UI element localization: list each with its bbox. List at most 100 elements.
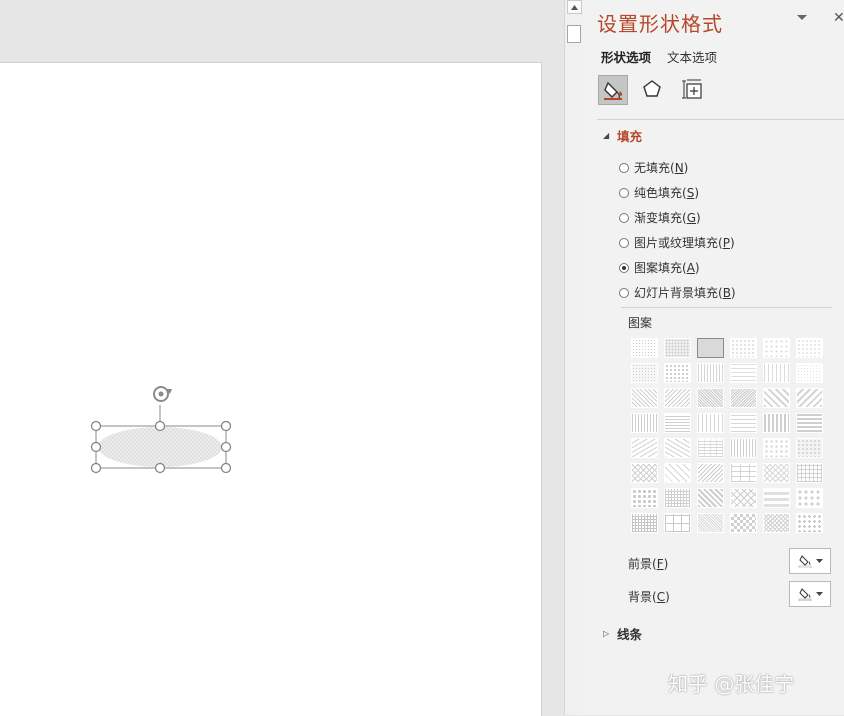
pattern-swatch[interactable] [796, 488, 823, 508]
radio-button-checked[interactable] [619, 262, 629, 273]
pattern-swatch[interactable] [631, 363, 658, 383]
pattern-swatch[interactable] [730, 363, 757, 383]
pattern-swatch[interactable] [697, 388, 724, 408]
pattern-swatch[interactable] [697, 438, 724, 458]
watermark-text: 知乎 @张佳宁 [668, 672, 795, 696]
pattern-swatch[interactable] [763, 363, 790, 383]
pattern-swatch[interactable] [763, 388, 790, 408]
pattern-swatch[interactable] [763, 413, 790, 433]
pattern-swatch[interactable] [697, 488, 724, 508]
size-properties-icon[interactable] [678, 75, 706, 103]
pattern-swatch[interactable] [631, 463, 658, 483]
radio-button[interactable] [619, 237, 629, 248]
pattern-swatch[interactable] [763, 338, 790, 358]
radio-label: 纯色填充(S) [634, 186, 699, 200]
pattern-gallery[interactable] [631, 338, 823, 533]
effects-pentagon-icon[interactable] [638, 75, 666, 103]
resize-handle[interactable] [220, 441, 232, 453]
resize-handle[interactable] [90, 420, 102, 432]
pattern-label: 图案 [628, 316, 653, 330]
selected-ellipse-shape[interactable] [88, 381, 238, 481]
arrow-up-icon [571, 4, 578, 10]
radio-slide-background-fill[interactable]: 幻灯片背景填充(B) [619, 284, 736, 301]
radio-button[interactable] [619, 162, 629, 173]
pattern-swatch-selected[interactable] [697, 338, 724, 358]
background-color-button[interactable] [789, 581, 831, 607]
foreground-color-button[interactable] [789, 548, 831, 574]
radio-button[interactable] [619, 287, 629, 298]
divider [621, 307, 832, 308]
pattern-swatch[interactable] [631, 388, 658, 408]
pattern-swatch[interactable] [664, 513, 691, 533]
rotate-handle-icon[interactable] [153, 386, 172, 402]
resize-handle[interactable] [90, 462, 102, 474]
pattern-swatch[interactable] [730, 438, 757, 458]
radio-button[interactable] [619, 187, 629, 198]
resize-handle[interactable] [220, 462, 232, 474]
fill-line-icon[interactable] [598, 75, 628, 105]
pattern-swatch[interactable] [763, 513, 790, 533]
close-icon[interactable]: ✕ [833, 10, 844, 26]
pattern-swatch[interactable] [664, 413, 691, 433]
resize-handle[interactable] [220, 420, 232, 432]
pattern-swatch[interactable] [730, 388, 757, 408]
pattern-swatch[interactable] [730, 338, 757, 358]
radio-label: 图片或纹理填充(P) [634, 236, 735, 250]
radio-label: 渐变填充(G) [634, 211, 701, 225]
pattern-swatch[interactable] [730, 463, 757, 483]
pattern-swatch[interactable] [796, 463, 823, 483]
pattern-swatch[interactable] [664, 388, 691, 408]
radio-pattern-fill[interactable]: 图案填充(A) [619, 259, 700, 276]
radio-gradient-fill[interactable]: 渐变填充(G) [619, 209, 701, 226]
chevron-down-icon [815, 592, 823, 596]
fill-section-header[interactable]: ◢ 填充 [603, 126, 642, 145]
pattern-swatch[interactable] [730, 413, 757, 433]
radio-label: 图案填充(A) [634, 261, 700, 275]
resize-handle[interactable] [90, 441, 102, 453]
pattern-swatch[interactable] [796, 413, 823, 433]
pattern-swatch[interactable] [730, 488, 757, 508]
pattern-swatch[interactable] [697, 513, 724, 533]
pattern-swatch[interactable] [763, 463, 790, 483]
pattern-swatch[interactable] [631, 513, 658, 533]
tab-shape-options[interactable]: 形状选项 [601, 47, 651, 66]
radio-label: 无填充(N) [634, 161, 689, 175]
pattern-swatch[interactable] [631, 488, 658, 508]
chevron-down-icon[interactable] [796, 12, 808, 24]
pattern-swatch[interactable] [664, 438, 691, 458]
vertical-scrollbar[interactable] [564, 0, 584, 715]
pattern-swatch[interactable] [664, 363, 691, 383]
format-shape-panel: 设置形状格式 ✕ 形状选项 文本选项 ◢ 填充 无填充(N) 纯色填充(S) 渐… [583, 0, 844, 715]
paint-bucket-icon [798, 555, 811, 568]
pattern-swatch[interactable] [763, 488, 790, 508]
radio-button[interactable] [619, 212, 629, 223]
pattern-swatch[interactable] [796, 363, 823, 383]
slide-area[interactable] [0, 62, 542, 716]
line-section-title: 线条 [617, 627, 643, 642]
pattern-swatch[interactable] [796, 338, 823, 358]
pattern-swatch[interactable] [631, 413, 658, 433]
scroll-thumb[interactable] [567, 25, 581, 43]
resize-handle[interactable] [154, 420, 166, 432]
pattern-swatch[interactable] [763, 438, 790, 458]
pattern-swatch[interactable] [631, 438, 658, 458]
radio-solid-fill[interactable]: 纯色填充(S) [619, 184, 699, 201]
pattern-swatch[interactable] [730, 513, 757, 533]
pattern-swatch[interactable] [697, 363, 724, 383]
pattern-swatch[interactable] [664, 338, 691, 358]
tab-text-options[interactable]: 文本选项 [667, 47, 717, 66]
line-section-header[interactable]: ▷ 线条 [603, 624, 642, 643]
pattern-swatch[interactable] [796, 513, 823, 533]
pattern-swatch[interactable] [796, 438, 823, 458]
radio-picture-texture-fill[interactable]: 图片或纹理填充(P) [619, 234, 735, 251]
scroll-up-button[interactable] [567, 0, 582, 14]
radio-no-fill[interactable]: 无填充(N) [619, 159, 688, 176]
pattern-swatch[interactable] [697, 413, 724, 433]
pattern-swatch[interactable] [796, 388, 823, 408]
resize-handle[interactable] [154, 462, 166, 474]
pattern-swatch[interactable] [631, 338, 658, 358]
chevron-down-icon [815, 559, 823, 563]
pattern-swatch[interactable] [697, 463, 724, 483]
pattern-swatch[interactable] [664, 488, 691, 508]
pattern-swatch[interactable] [664, 463, 691, 483]
